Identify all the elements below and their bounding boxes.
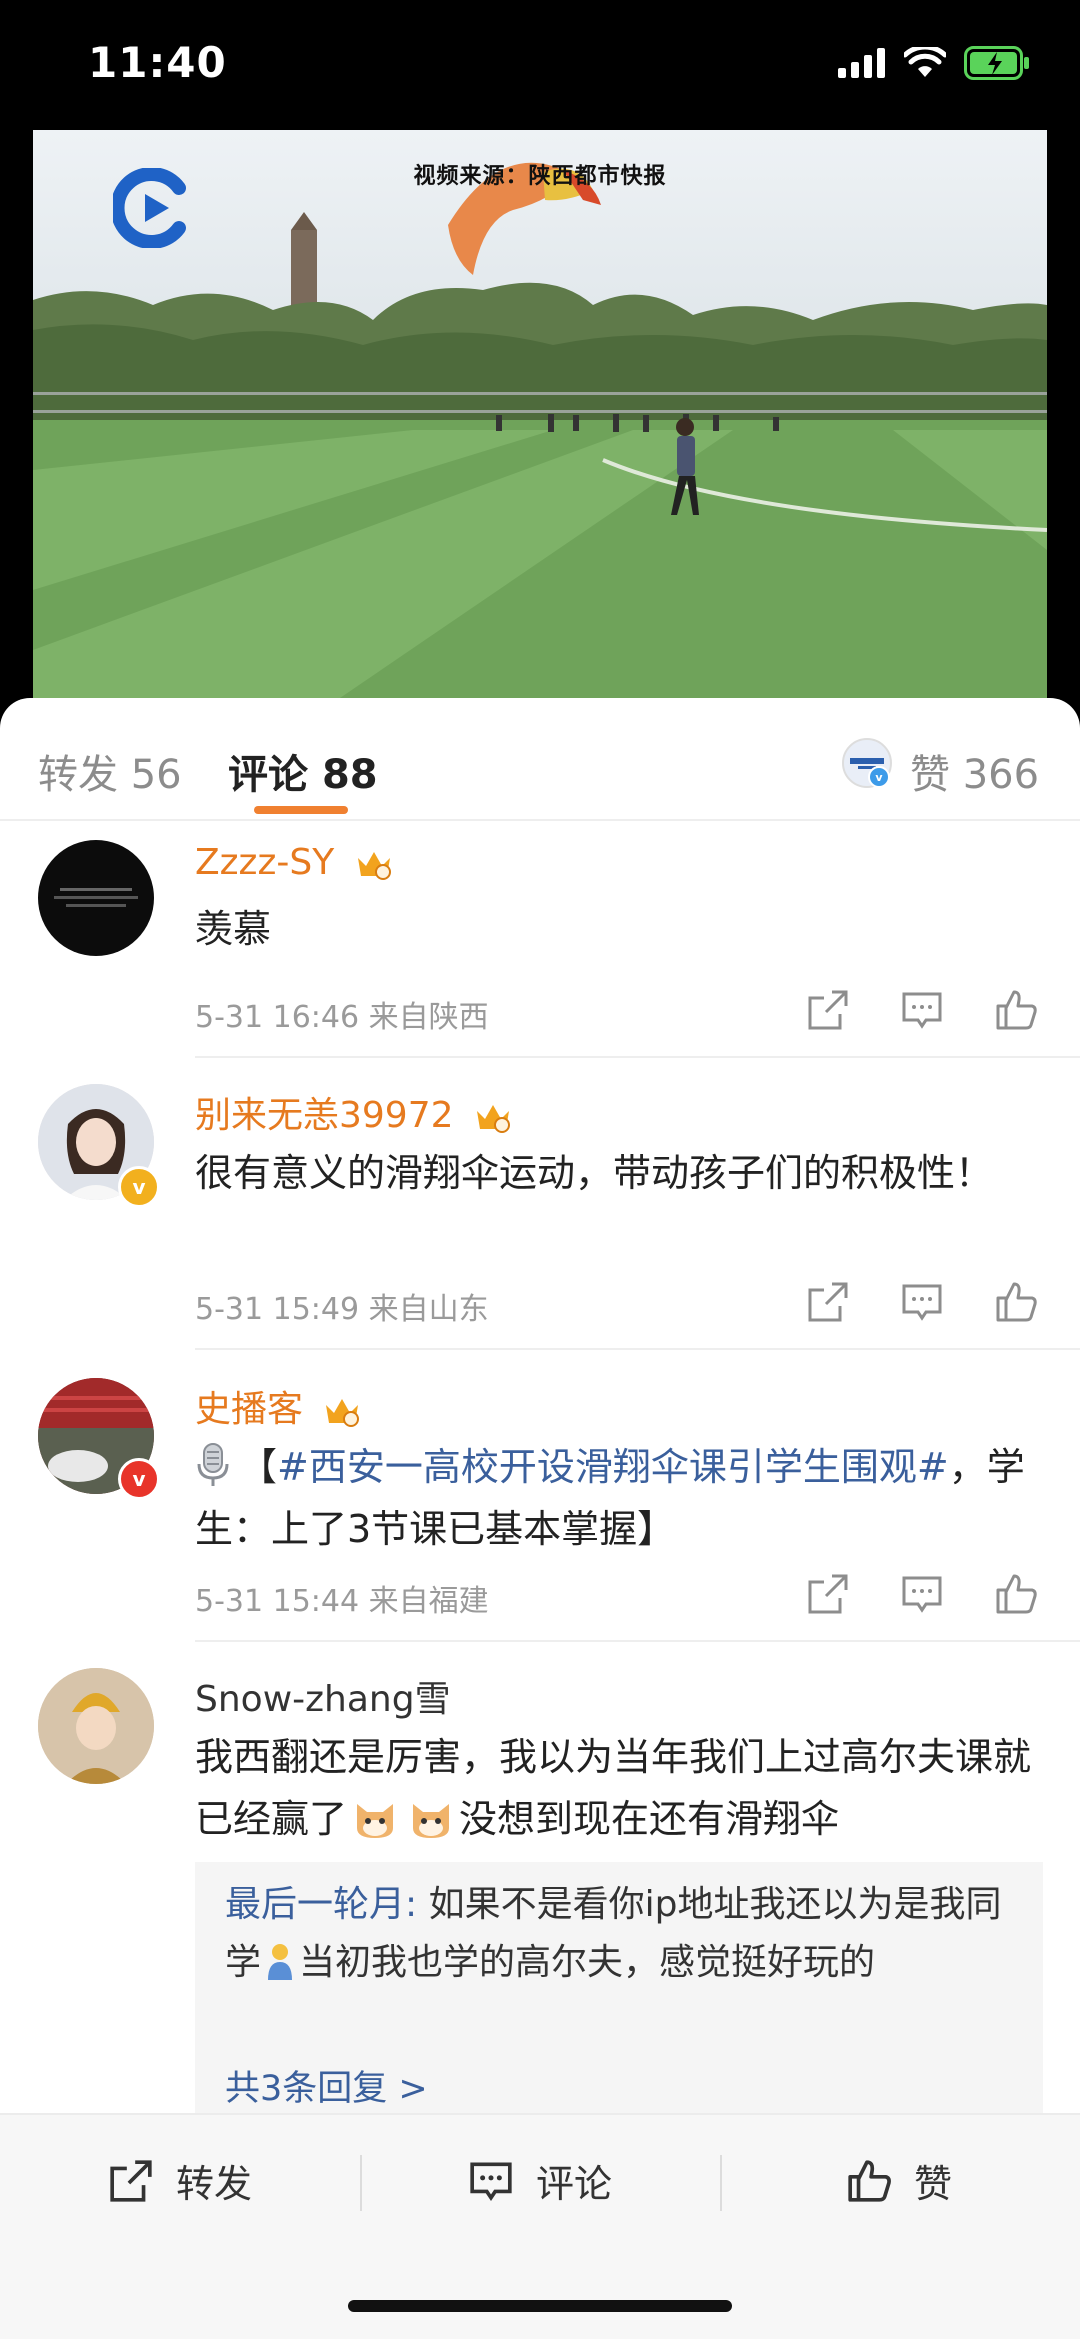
share-icon: [110, 2159, 152, 2202]
reply-text: 最后一轮月: 如果不是看你ip地址我还以为是我同学 当初我也学的高尔夫，感觉挺好玩…: [225, 1876, 1025, 1992]
comment-text: 很有意义的滑翔伞运动，带动孩子们的积极性！: [195, 1151, 994, 1195]
comment-text-pre: 【: [239, 1445, 278, 1489]
reply-thread[interactable]: 最后一轮月: 如果不是看你ip地址我还以为是我同学 当初我也学的高尔夫，感觉挺好玩…: [195, 1862, 1043, 2122]
video-source-caption: 视频来源：陕西都市快报: [413, 164, 667, 189]
comment-username-text: 别来无恙39972: [195, 1095, 454, 1136]
comment-divider: [195, 1640, 1080, 1642]
status-time: 11:40: [88, 38, 227, 87]
comment-meta: 5-31 15:49 来自山东: [195, 1284, 489, 1328]
view-replies-link[interactable]: 共3条回复 >: [225, 2060, 428, 2111]
reply-icon[interactable]: [900, 988, 944, 1032]
status-bar: 11:40: [0, 0, 1080, 130]
comment-username[interactable]: 史播客: [195, 1380, 362, 1432]
crown-badge-icon: [326, 1399, 360, 1427]
comment-text: 【#西安一高校开设滑翔伞课引学生围观#，学生：上了3节课已基本掌握】: [195, 1436, 1055, 1560]
comment-divider: [195, 1348, 1080, 1350]
repost-button-label: 转发: [176, 2162, 253, 2206]
comment-text: 羡慕: [195, 907, 272, 951]
tab-comments-count: 88: [321, 752, 378, 798]
reply-separator: :: [405, 1884, 429, 1925]
reply-text-post: 当初我也学的高尔夫，感觉挺好玩的: [299, 1942, 876, 1983]
like-button-label: 赞: [914, 2162, 953, 2206]
comment-text: 我西翻还是厉害，我以为当年我们上过高尔夫课就已经赢了 没想到现在还有滑翔伞: [195, 1726, 1055, 1850]
comment-time: 5-31 15:44: [195, 1584, 360, 1619]
tab-active-indicator: [254, 806, 348, 814]
avatar[interactable]: [38, 840, 154, 956]
person-emoji-icon: [268, 1944, 293, 1980]
tab-repost[interactable]: 转发 56: [38, 742, 182, 800]
share-icon[interactable]: [806, 1572, 850, 1616]
tab-comments[interactable]: 评论 88: [228, 742, 378, 800]
signal-icon: [838, 48, 885, 78]
comment-location: 来自福建: [368, 1584, 489, 1619]
tab-likes-count: 366: [962, 752, 1040, 798]
share-icon[interactable]: [806, 1280, 850, 1324]
cat-emoji-icon: [413, 1804, 450, 1838]
comment-username[interactable]: 别来无恙39972: [195, 1086, 513, 1138]
topic-link[interactable]: #西安一高校开设滑翔伞课引学生围观#: [277, 1445, 949, 1489]
tab-repost-count: 56: [130, 752, 182, 798]
reply-icon[interactable]: [900, 1280, 944, 1324]
comment-username[interactable]: Snow-zhang雪: [195, 1670, 451, 1722]
comment-username-text: Snow-zhang雪: [195, 1679, 451, 1720]
comment-button[interactable]: 评论: [468, 2153, 612, 2208]
repost-button[interactable]: 转发: [108, 2153, 252, 2208]
comment-meta: 5-31 16:46 来自陕西: [195, 992, 489, 1036]
avatar[interactable]: [38, 1668, 154, 1784]
crown-badge-icon: [476, 1105, 510, 1133]
reply-username[interactable]: 最后一轮月: [225, 1884, 405, 1925]
comment-username-text: Zzzz-SY: [195, 842, 335, 883]
verified-badge-icon: v: [118, 1166, 160, 1208]
home-indicator[interactable]: [348, 2300, 732, 2312]
reply-icon[interactable]: [900, 1572, 944, 1616]
liker-verified-badge-icon: v: [868, 766, 890, 788]
comment-location: 来自山东: [368, 1292, 489, 1327]
microphone-icon: [197, 1443, 229, 1486]
like-icon[interactable]: [994, 1572, 1038, 1616]
tab-likes-label: 赞: [910, 752, 950, 798]
bottom-bar-separator: [360, 2155, 362, 2211]
comment-time: 5-31 15:49: [195, 1292, 360, 1327]
verified-badge-icon: v: [118, 1458, 160, 1500]
crown-badge-icon: [357, 852, 391, 880]
tab-likes[interactable]: 赞 366: [910, 742, 1039, 800]
reply-icon: [470, 2161, 512, 2201]
tab-comments-label: 评论: [228, 752, 308, 798]
bottom-bar-separator: [720, 2155, 722, 2211]
like-button[interactable]: 赞: [846, 2153, 952, 2208]
wifi-icon: [904, 47, 946, 77]
battery-charging-icon: [964, 46, 1029, 80]
cat-emoji-icon: [357, 1804, 394, 1838]
comment-text-post: 没想到现在还有滑翔伞: [459, 1797, 840, 1841]
comment-location: 来自陕西: [368, 1000, 489, 1035]
comment-username-text: 史播客: [195, 1389, 304, 1430]
like-icon[interactable]: [994, 1280, 1038, 1324]
comment-divider: [195, 1056, 1080, 1058]
tab-repost-label: 转发: [38, 752, 118, 798]
comment-meta: 5-31 15:44 来自福建: [195, 1576, 489, 1620]
comment-username[interactable]: Zzzz-SY: [195, 842, 394, 883]
like-icon: [848, 2159, 891, 2202]
tab-divider: [0, 819, 1080, 821]
like-icon[interactable]: [994, 988, 1038, 1032]
video-player[interactable]: 视频来源：陕西都市快报: [33, 130, 1047, 730]
share-icon[interactable]: [806, 988, 850, 1032]
comment-time: 5-31 16:46: [195, 1000, 360, 1035]
comment-button-label: 评论: [536, 2162, 613, 2206]
